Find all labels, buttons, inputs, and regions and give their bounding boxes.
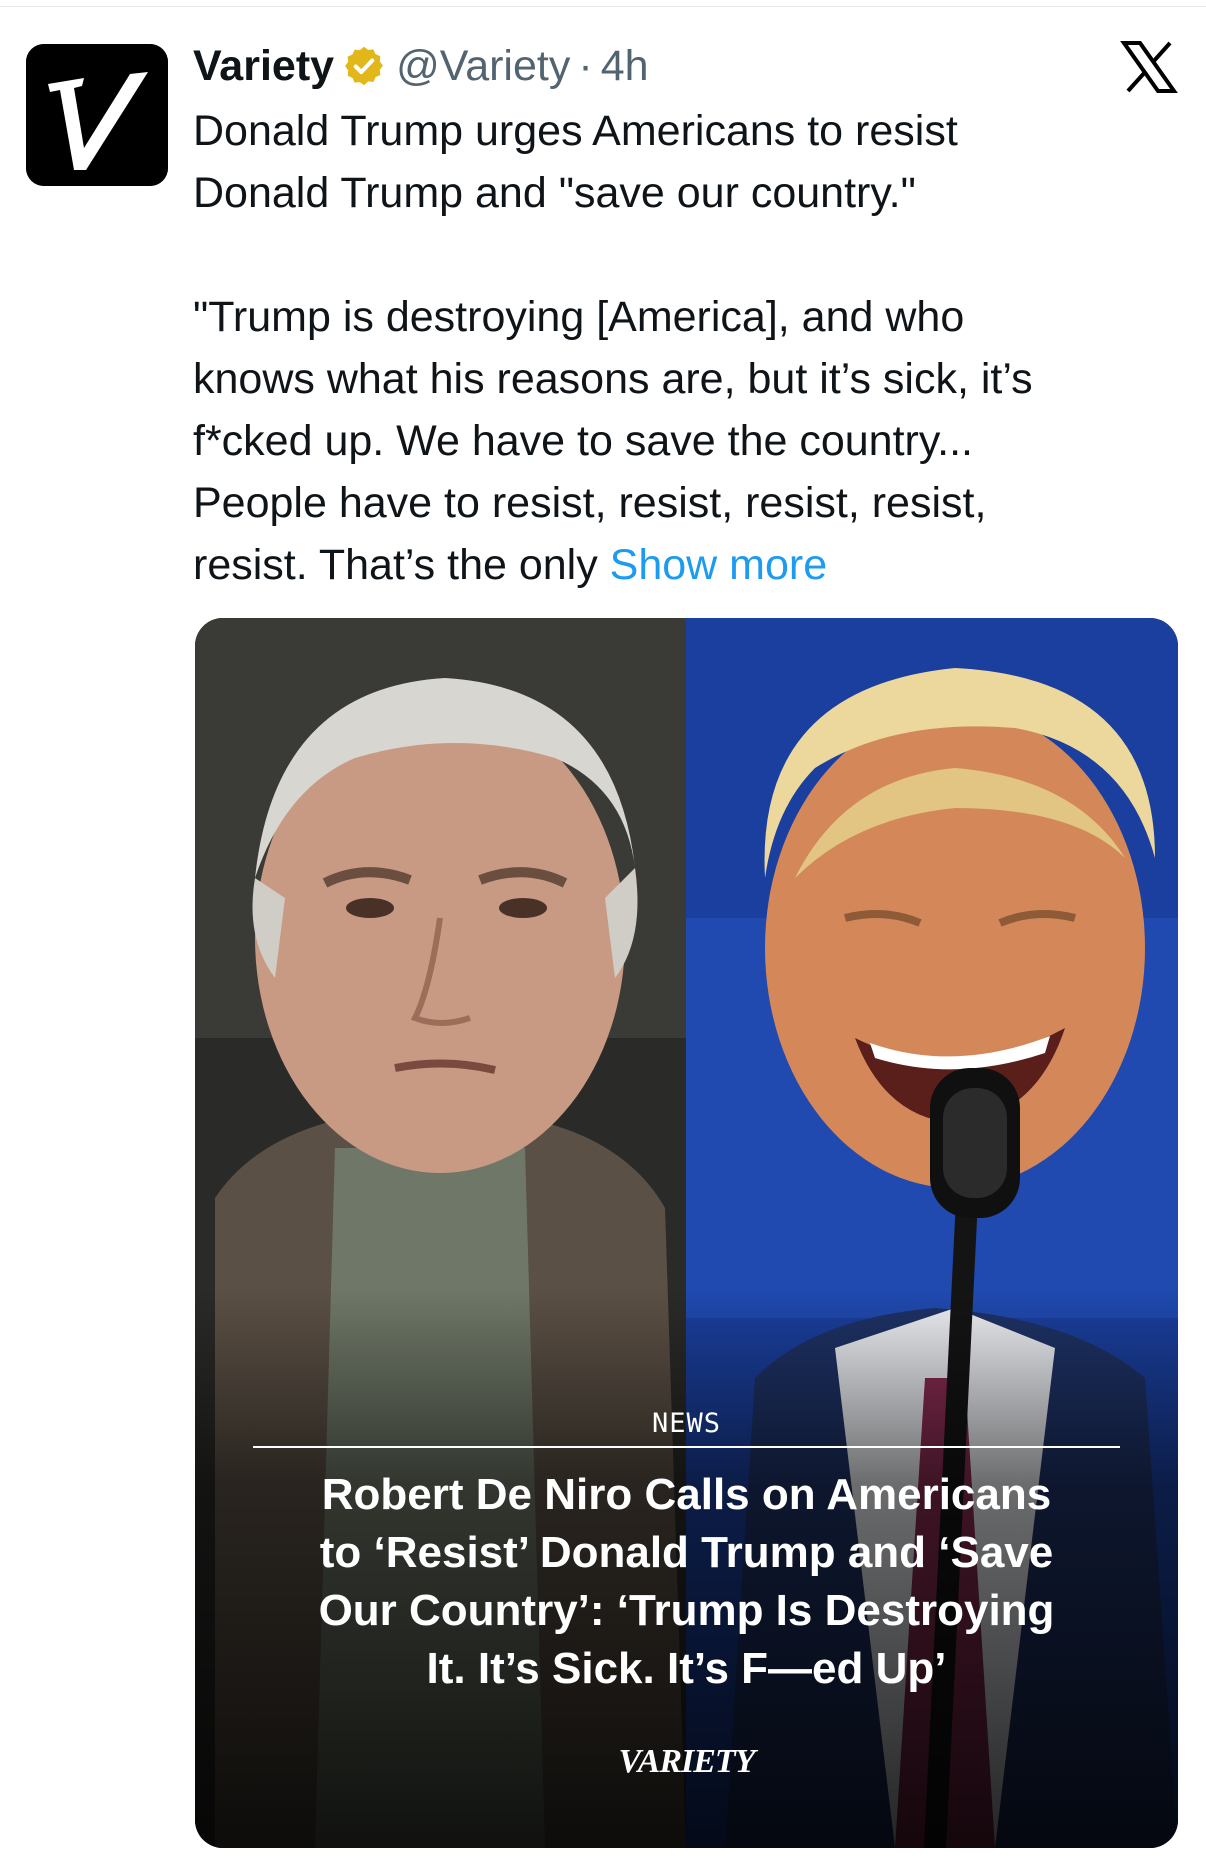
tweet-header: Variety @Variety · 4h [193, 38, 649, 94]
tweet-line: "Trump is destroying [America], and who [193, 293, 965, 341]
news-category: NEWS [651, 1408, 722, 1439]
news-divider [253, 1446, 1120, 1448]
tweet-line: knows what his reasons are, but it’s sic… [193, 355, 1033, 403]
tweet-line: Donald Trump urges Americans to resist [193, 107, 958, 155]
author-name[interactable]: Variety [193, 42, 334, 91]
headline-line: Robert De Niro Calls on Americans [321, 1470, 1052, 1519]
tweet-line: f*cked up. We have to save the country..… [193, 417, 974, 465]
timestamp[interactable]: 4h [601, 42, 649, 91]
headline-line: It. It’s Sick. It’s F—ed Up’ [426, 1644, 947, 1693]
top-divider [0, 6, 1206, 7]
tweet-line: resist. That’s the only [193, 541, 610, 589]
media-card[interactable]: NEWS Robert De Niro Calls on Americans t… [195, 618, 1178, 1848]
tweet-text: Donald Trump urges Americans to resist D… [193, 100, 1183, 596]
tweet-line: People have to resist, resist, resist, r… [193, 479, 987, 527]
headline-line: to ‘Resist’ Donald Trump and ‘Save [319, 1528, 1054, 1577]
verified-badge-icon [342, 44, 386, 88]
avatar[interactable] [26, 44, 168, 186]
tweet-last-line: resist. That’s the only Show more [193, 534, 1183, 596]
variety-v-logo-icon [26, 44, 168, 186]
author-handle[interactable]: @Variety [396, 42, 570, 91]
x-logo-icon[interactable] [1120, 40, 1178, 94]
tweet-line: Donald Trump and "save our country." [193, 169, 916, 217]
separator-dot: · [578, 41, 593, 90]
headline-line: Our Country’: ‘Trump Is Destroying [318, 1586, 1055, 1635]
article-headline: Robert De Niro Calls on Americans to ‘Re… [235, 1466, 1138, 1698]
variety-wordmark: VARIETY [618, 1743, 756, 1780]
show-more-link[interactable]: Show more [610, 541, 827, 589]
